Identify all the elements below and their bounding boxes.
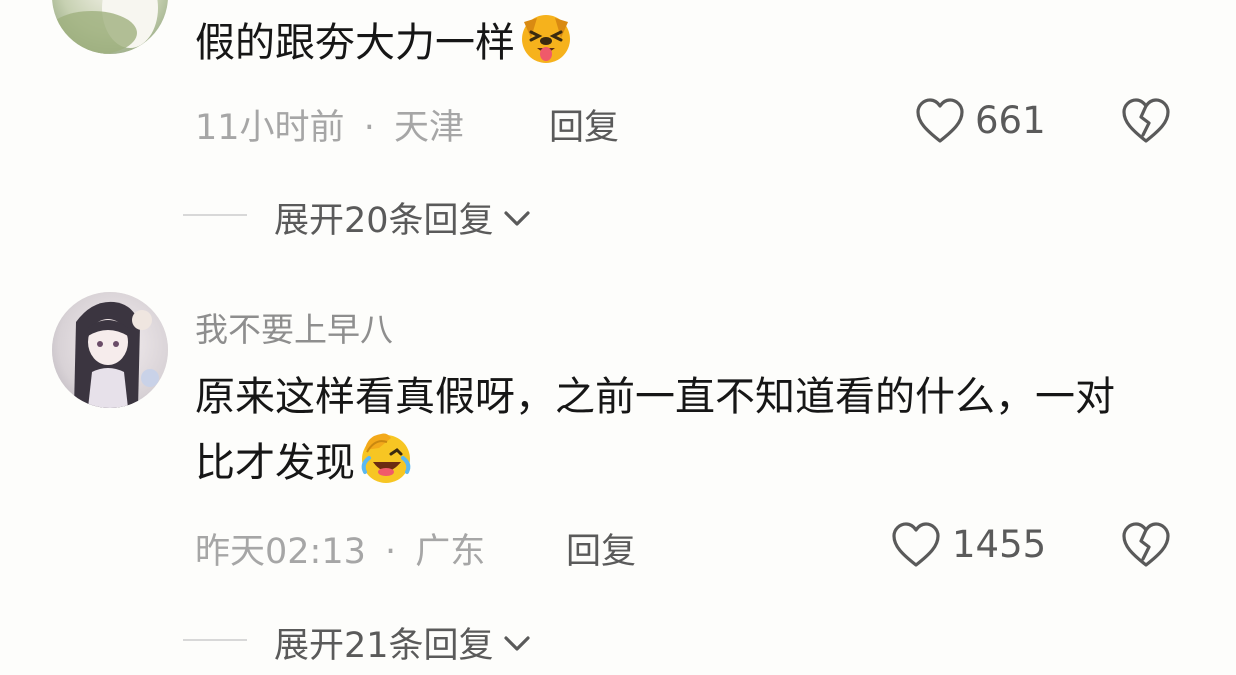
comment-time: 11小时前 <box>195 108 345 148</box>
avatar[interactable] <box>52 0 168 54</box>
reply-button[interactable]: 回复 <box>549 99 619 150</box>
chevron-down-icon <box>502 197 532 237</box>
heart-icon[interactable] <box>890 521 942 573</box>
heart-icon[interactable] <box>914 97 966 149</box>
username[interactable]: 我不要上早八 <box>195 303 393 351</box>
meta-separator: · <box>385 532 397 572</box>
meta-separator: · <box>363 108 375 148</box>
comment-text: 原来这样看真假呀，之前一直不知道看的什么，一对比才发现 <box>195 366 1125 504</box>
like-count: 1455 <box>952 523 1047 566</box>
comment-location: 天津 <box>393 108 464 148</box>
comment-location: 广东 <box>415 532 486 572</box>
expand-replies-button[interactable]: 展开20条回复 <box>274 192 532 243</box>
avatar[interactable] <box>52 292 168 408</box>
comment-meta: 昨天02:13 · 广东 <box>195 523 485 574</box>
expand-divider <box>183 214 247 216</box>
broken-heart-icon[interactable] <box>1120 521 1172 573</box>
expand-divider <box>183 639 247 641</box>
chevron-down-icon <box>502 622 532 662</box>
comment-time: 昨天02:13 <box>195 532 366 572</box>
comment-meta: 11小时前 · 天津 <box>195 99 464 150</box>
reply-button[interactable]: 回复 <box>566 523 636 574</box>
like-count: 661 <box>975 99 1046 142</box>
comment-text: 假的跟夯大力一样 <box>195 8 1155 84</box>
dog-laughing-emoji <box>517 8 575 84</box>
expand-replies-button[interactable]: 展开21条回复 <box>274 617 532 668</box>
broken-heart-icon[interactable] <box>1120 97 1172 149</box>
facepalm-laughing-emoji <box>357 428 415 504</box>
